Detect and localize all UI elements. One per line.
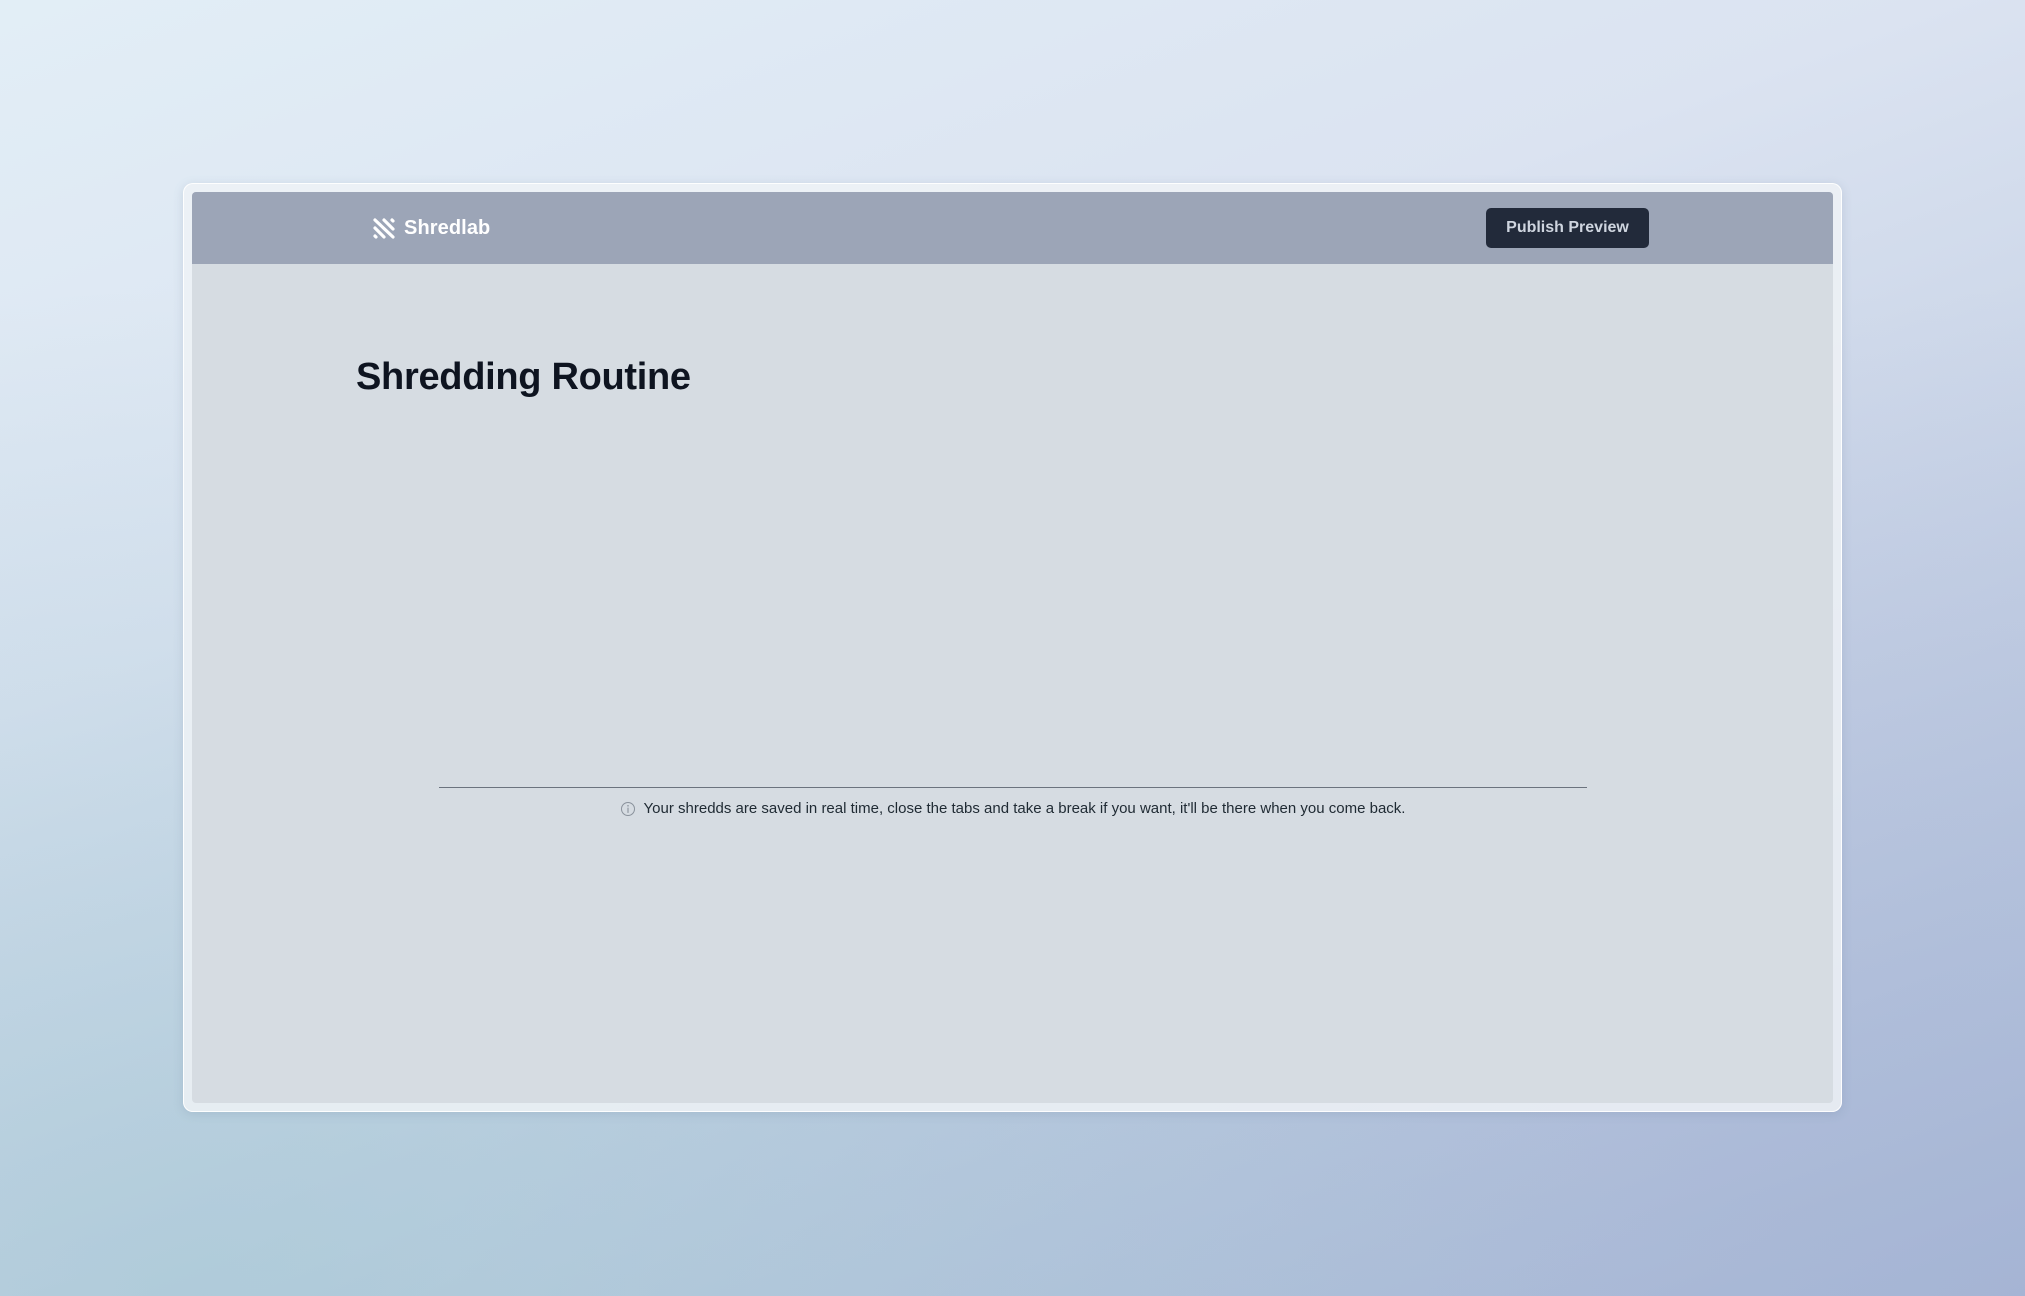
shredlab-logo-icon (373, 218, 395, 239)
app-window: Shredlab Publish Preview Shredding Routi… (183, 183, 1842, 1112)
info-icon (620, 801, 635, 816)
app-frame: Shredlab Publish Preview Shredding Routi… (192, 192, 1833, 1103)
top-bar: Shredlab Publish Preview (192, 192, 1833, 264)
publish-preview-button[interactable]: Publish Preview (1486, 208, 1649, 248)
page-title: Shredding Routine (356, 356, 691, 398)
brand-name: Shredlab (404, 216, 491, 239)
save-notice: Your shredds are saved in real time, clo… (192, 800, 1833, 817)
save-notice-text: Your shredds are saved in real time, clo… (643, 800, 1406, 817)
brand[interactable]: Shredlab (372, 192, 490, 264)
main-content: Shredding Routine Your shredds are saved… (192, 264, 1833, 1103)
divider (439, 787, 1587, 788)
